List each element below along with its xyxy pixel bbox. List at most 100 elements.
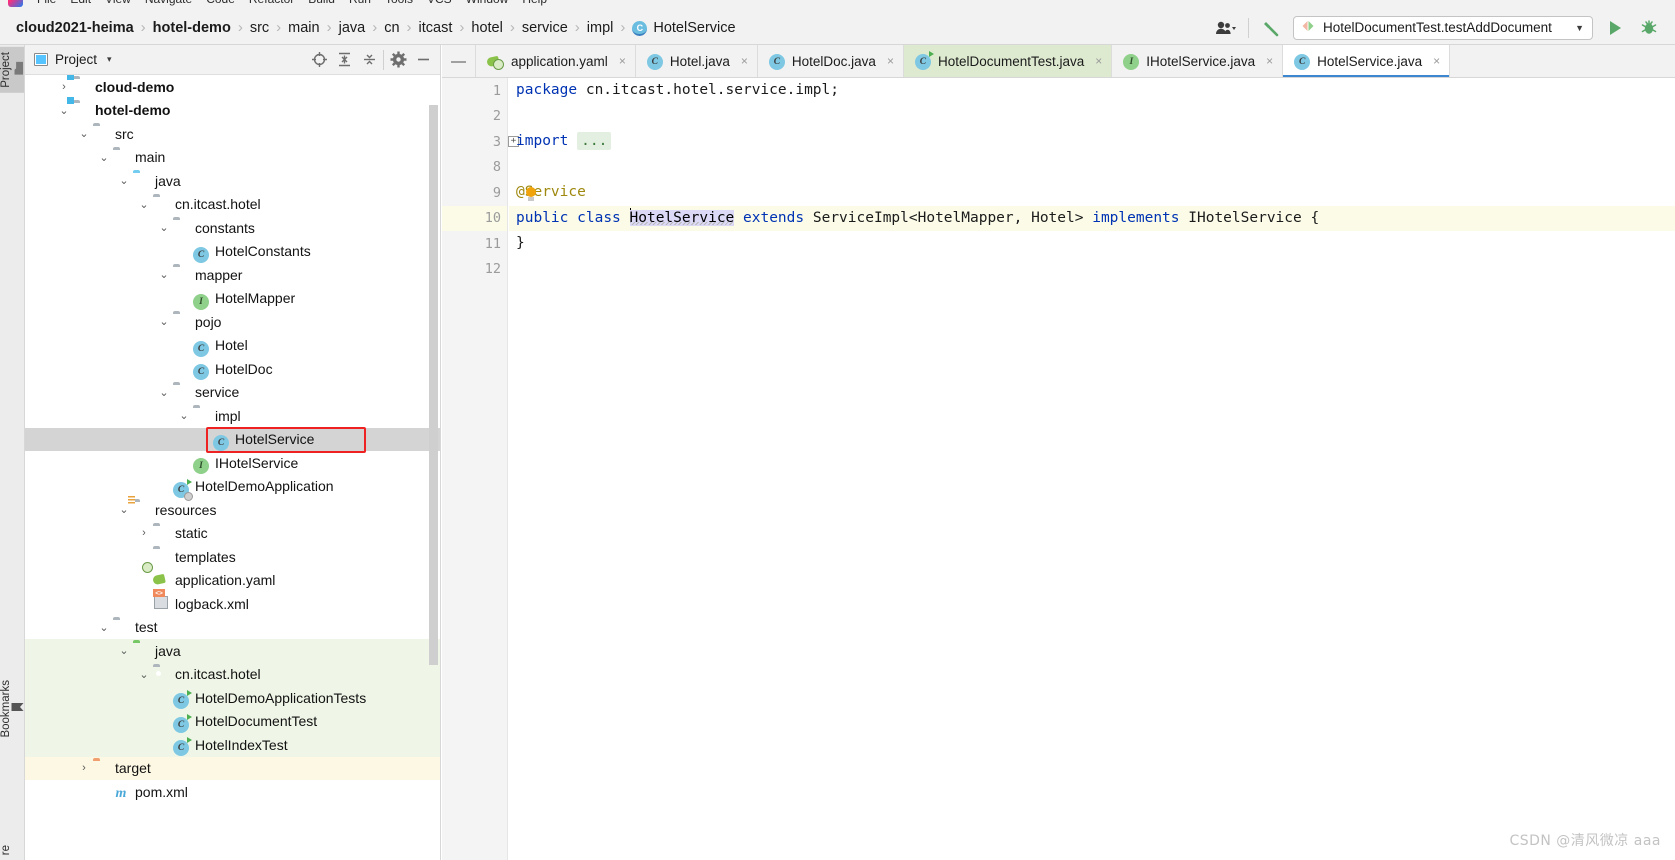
menu-item-file[interactable]: File [37,0,56,6]
tree-node-hoteldocumenttest[interactable]: C HotelDocumentTest [25,709,440,733]
chevron-down-icon[interactable]: ⌄ [157,386,171,399]
close-icon[interactable]: × [741,54,748,68]
folded-imports[interactable]: ... [577,132,612,150]
menu-item-navigate[interactable]: Navigate [145,0,192,6]
hide-panel-icon[interactable] [412,49,434,71]
editor-tab-hotelservice-java[interactable]: C HotelService.java × [1283,45,1451,77]
close-icon[interactable]: × [1095,54,1102,68]
chevron-down-icon[interactable]: ⌄ [117,174,131,187]
tree-node-hotelindextest[interactable]: C HotelIndexTest [25,733,440,757]
gutter-line-number[interactable]: 2 [442,104,507,130]
breadcrumb-item-cloud2021-heima[interactable]: cloud2021-heima [16,20,134,36]
tree-node-resources[interactable]: ⌄ resources [25,496,440,522]
menu-item-edit[interactable]: Edit [70,0,91,6]
breadcrumb-item-hotel-demo[interactable]: hotel-demo [153,20,231,36]
tree-node-mapper[interactable]: ⌄ mapper [25,263,440,287]
menu-item-code[interactable]: Code [206,0,235,6]
code-line[interactable]: } [509,231,1675,257]
editor-tab-ihotelservice-java[interactable]: I IHotelService.java × [1112,45,1284,77]
menu-item-help[interactable]: Help [522,0,547,6]
chevron-down-icon[interactable]: ⌄ [57,104,71,117]
code-line[interactable]: @Service [509,180,1675,206]
chevron-down-icon[interactable]: ⌄ [157,315,171,328]
settings-gear-icon[interactable] [387,49,409,71]
tree-node-logback-xml[interactable]: logback.xml [25,592,440,616]
rail-button-bottom[interactable]: re [0,840,24,860]
expand-all-icon[interactable] [333,49,355,71]
tree-node-cloud-demo[interactable]: › cloud-demo [25,75,440,99]
chevron-down-icon[interactable]: ⌄ [137,198,151,211]
rail-button-bookmarks[interactable]: Bookmarks [0,675,24,743]
tree-node-hotel-demo[interactable]: ⌄ hotel-demo [25,96,440,123]
tree-node-cn-itcast-hotel[interactable]: ⌄ cn.itcast.hotel [25,193,440,217]
close-icon[interactable]: × [1266,54,1273,68]
tree-node-ihotelservice[interactable]: I IHotelService [25,451,440,475]
menu-item-window[interactable]: Window [466,0,509,6]
menu-item-view[interactable]: View [105,0,131,6]
chevron-right-icon[interactable]: › [57,81,71,93]
collapse-all-icon[interactable] [358,49,380,71]
rail-button-project[interactable]: Project [0,47,24,93]
tree-node-service[interactable]: ⌄ service [25,381,440,405]
project-tree[interactable]: › cloud-demo ⌄ hotel-demo ⌄ src ⌄ main ⌄ java ⌄ cn.… [25,75,440,860]
code-line[interactable] [509,104,1675,130]
chevron-right-icon[interactable]: › [77,762,91,774]
code-lines[interactable]: package cn.itcast.hotel.service.impl; imp… [509,78,1675,860]
tree-node-pom-xml[interactable]: m pom.xml [25,780,440,804]
editor-tab-hoteldoc-java[interactable]: C HotelDoc.java × [758,45,904,77]
chevron-down-icon[interactable]: ⌄ [157,268,171,281]
tree-node-target[interactable]: › target [25,756,440,780]
tree-node-hotelservice[interactable]: C HotelService [25,427,440,451]
code-line[interactable]: package cn.itcast.hotel.service.impl; [509,78,1675,104]
chevron-down-icon[interactable]: ⌄ [157,221,171,234]
breadcrumb-item-main[interactable]: main [288,20,319,36]
tree-node-templates[interactable]: templates [25,545,440,569]
chevron-right-icon[interactable]: › [137,527,151,539]
close-icon[interactable]: × [887,54,894,68]
breadcrumb-item-cn[interactable]: cn [384,20,399,36]
tree-node-hoteldoc[interactable]: C HotelDoc [25,357,440,381]
gutter-line-number[interactable]: 12 [442,257,507,283]
breadcrumb-item-itcast[interactable]: itcast [419,20,453,36]
spring-service-annotation[interactable]: @Service [516,184,586,203]
chevron-down-icon[interactable]: ⌄ [77,127,91,140]
breadcrumb-item-java[interactable]: java [339,20,366,36]
gutter-line-number[interactable]: 8 [442,155,507,181]
class-name-identifier[interactable]: HotelService [629,209,735,226]
gutter-line-number[interactable]: 10 [442,205,530,231]
intention-bulb-icon[interactable] [525,187,537,203]
debug-bug-icon[interactable] [1637,16,1661,40]
breadcrumb-item-service[interactable]: service [522,20,568,36]
editor-tab-hoteldocumenttest-java[interactable]: C HotelDocumentTest.java × [903,45,1113,77]
editor-tab-hotel-java[interactable]: C Hotel.java × [636,45,758,77]
chevron-down-icon[interactable]: ⌄ [97,151,111,164]
run-play-icon[interactable] [1603,16,1627,40]
code-line[interactable] [509,155,1675,181]
breadcrumb-item-hotelservice[interactable]: C HotelService [632,20,736,36]
breadcrumb-item-hotel[interactable]: hotel [471,20,502,36]
tree-node-hotel[interactable]: C Hotel [25,334,440,358]
project-tree-scrollbar[interactable] [429,105,438,665]
locate-icon[interactable] [308,49,330,71]
close-icon[interactable]: × [619,54,626,68]
tree-node-cn-itcast-hotel[interactable]: ⌄ cn.itcast.hotel [25,662,440,686]
chevron-down-icon[interactable]: ⌄ [97,621,111,634]
breadcrumb-item-src[interactable]: src [250,20,269,36]
tree-node-src[interactable]: ⌄ src [25,122,440,146]
tree-node-static[interactable]: › static [25,522,440,546]
menu-item-refactor[interactable]: Refactor [249,0,294,6]
editor-tab-application-yaml[interactable]: application.yaml × [476,45,636,77]
menu-item-tools[interactable]: Tools [385,0,413,6]
close-icon[interactable]: × [1433,54,1440,68]
gutter-line-number[interactable]: 1 [442,78,507,104]
project-view-chevron-down-icon[interactable]: ▾ [107,54,112,65]
gutter-line-number[interactable]: 3 + [442,129,519,155]
chevron-down-icon[interactable]: ⌄ [117,644,131,657]
tree-node-application-yaml[interactable]: application.yaml [25,569,440,593]
tree-node-java[interactable]: ⌄ java [25,169,440,193]
tree-node-main[interactable]: ⌄ main [25,146,440,170]
chevron-down-icon[interactable]: ⌄ [117,503,131,516]
tree-node-pojo[interactable]: ⌄ pojo [25,310,440,334]
code-line[interactable]: import ... [509,129,1675,155]
chevron-down-icon[interactable]: ▼ [1575,23,1584,33]
